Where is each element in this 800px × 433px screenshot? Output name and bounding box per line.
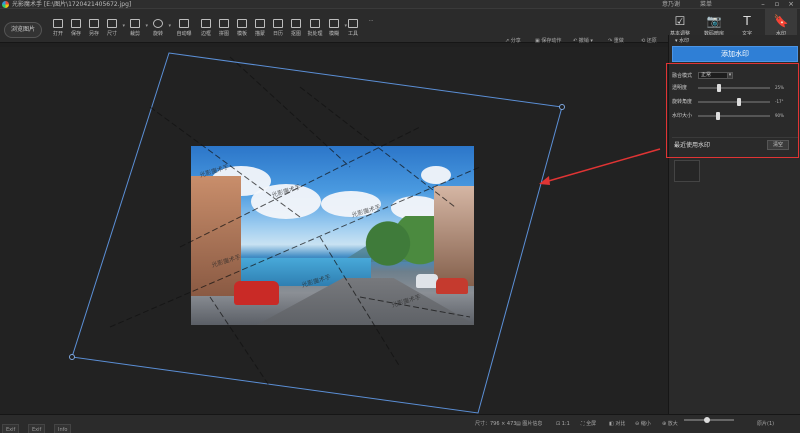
original-page-button[interactable]: 原片(1) [757,420,774,428]
image-canvas[interactable]: 光影魔术手 光影魔术手 光影魔术手 光影魔术手 光影魔术手 光影魔术手 [0,47,668,414]
redo-label: 重做 [613,38,624,44]
compare-label: 对比 [615,421,626,427]
recent-watermark-slot[interactable] [674,160,700,182]
undo-button[interactable]: ↶ 撤销 ▾ [573,37,593,45]
fullscreen-label: 全屏 [586,421,597,427]
mask-icon [255,19,265,28]
redo-button[interactable]: ↷ 重做 [608,37,624,45]
status-bar: Exif Exif Info 尺寸：796 × 473 ▤ 图片信息 ⊡ 1:1… [0,414,800,433]
zoom-slider[interactable] [684,417,734,423]
chevron-down-icon[interactable]: ▾ [145,23,148,29]
zoom-slider-knob[interactable] [704,417,710,423]
annotation-arrow-line [544,148,661,183]
maximize-icon[interactable]: ▫ [772,0,782,9]
panel-title-label: 水印 [679,38,690,44]
camera-icon: 📷 [706,14,722,28]
zoom-out-label: 缩小 [640,421,651,427]
resize-handle-bottom-left[interactable] [69,354,75,360]
minimize-icon[interactable]: – [758,0,768,9]
template-icon [237,19,247,28]
share-button[interactable]: ↗ 分享 [505,37,521,45]
resize-handle-top-right[interactable] [559,104,565,110]
basic-adjust-icon: ☑ [674,14,686,28]
undo-label: 撤销 [578,38,589,44]
status-tab[interactable]: Exif [28,424,46,433]
annotation-arrow-head [539,176,550,185]
save-as-icon [89,19,99,28]
calendar-icon [273,19,283,28]
save-action-button[interactable]: ▣ 保存动作 [535,37,561,45]
blur-icon [329,19,339,28]
close-icon[interactable]: × [786,0,796,9]
save-action-label: 保存动作 [541,38,562,44]
restore-label: 还原 [646,38,657,44]
actual-size-label: 1:1 [561,421,570,427]
rotate-icon [153,19,163,28]
border-icon [201,19,211,28]
compare-button[interactable]: ◧ 对比 [609,420,625,428]
app-window: 光影魔术手 [E:\图片\1720421405672.jpg] 意乃谢 菜单 –… [0,0,800,433]
more-label: ··· [368,18,374,24]
image-info-button[interactable]: ▤ 图片信息 [516,420,542,428]
window-title: 光影魔术手 [E:\图片\1720421405672.jpg] [12,1,132,8]
more-button[interactable]: ··· [362,15,380,37]
restore-button[interactable]: ⟲ 还原 [641,37,657,45]
watermark-overlay [69,52,661,414]
action-bar: ↗ 分享 ▣ 保存动作 ↶ 撤销 ▾ ↷ 重做 ⟲ 还原 [0,35,668,47]
panel-title[interactable]: ▾ 水印 [675,37,689,45]
cutout-icon [291,19,301,28]
share-label: 分享 [510,38,521,44]
app-logo-icon [2,1,9,8]
batch-icon [310,19,320,28]
status-tab[interactable]: Exif [2,424,20,433]
watermark-icon: 🔖 [773,14,789,28]
auto-exposure-icon [179,19,189,28]
collage-icon [219,19,229,28]
add-watermark-button[interactable]: 添加水印 [672,46,798,62]
fullscreen-button[interactable]: ⛶ 全屏 [581,420,596,428]
image-size-text: 尺寸：796 × 473 [475,421,517,427]
watermark-transform-frame[interactable] [71,52,563,414]
chevron-down-icon[interactable]: ▾ [168,23,171,29]
resize-icon [107,19,117,28]
watermark-grid-lines [109,56,481,388]
open-icon [53,19,63,28]
title-bar: 光影魔术手 [E:\图片\1720421405672.jpg] 意乃谢 菜单 –… [0,0,800,9]
menu-link[interactable]: 菜单 [700,0,712,9]
zoom-in-label: 放大 [667,421,678,427]
user-link[interactable]: 意乃谢 [662,0,680,9]
crop-icon [130,19,140,28]
image-info-label: 图片信息 [522,421,543,427]
wrench-icon [348,19,358,28]
text-icon: T [743,14,751,28]
zoom-out-button[interactable]: ⊖ 缩小 [635,420,651,428]
chevron-down-icon[interactable]: ▾ [122,23,125,29]
status-tab[interactable]: Info [54,424,72,433]
zoom-in-button[interactable]: ⊕ 放大 [662,420,678,428]
save-icon [71,19,81,28]
annotation-highlight-box [666,63,799,158]
actual-size-button[interactable]: ⊡ 1:1 [556,420,570,428]
